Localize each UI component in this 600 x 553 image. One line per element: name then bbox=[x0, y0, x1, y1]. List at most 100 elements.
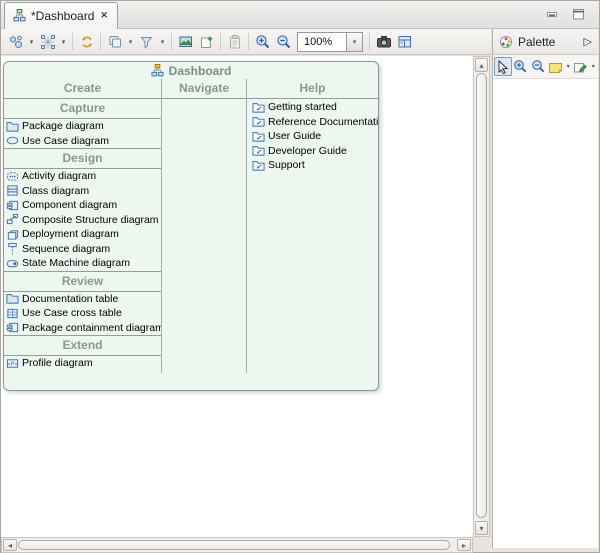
item-use-case-cross-table[interactable]: Use Case cross table bbox=[4, 306, 161, 321]
horizontal-scrollbar-thumb[interactable] bbox=[18, 540, 450, 550]
item-deployment-diagram[interactable]: Deployment diagram bbox=[4, 227, 161, 242]
item-label: Use Case diagram bbox=[22, 135, 109, 147]
zoom-level-dropdown[interactable]: ▾ bbox=[346, 32, 363, 52]
item-profile-diagram[interactable]: «P» Profile diagram bbox=[4, 356, 161, 371]
help-item-support[interactable]: Support bbox=[247, 158, 378, 173]
item-activity-diagram[interactable]: Activity diagram bbox=[4, 169, 161, 184]
item-state-machine-diagram[interactable]: State Machine diagram bbox=[4, 256, 161, 271]
dashboard-title: Dashboard bbox=[169, 64, 232, 78]
add-element-dropdown[interactable]: ▾ bbox=[26, 31, 37, 53]
minimize-icon[interactable] bbox=[546, 9, 559, 20]
tab-dashboard[interactable]: *Dashboard ✕ bbox=[4, 2, 118, 29]
create-column: Create Capture Package diagram Use Case … bbox=[4, 79, 162, 373]
filters-dropdown[interactable]: ▾ bbox=[157, 31, 168, 53]
item-label: Getting started bbox=[268, 101, 337, 113]
scroll-right-arrow[interactable]: ▸ bbox=[457, 539, 471, 551]
shapes-button[interactable] bbox=[104, 31, 125, 53]
zoom-in-button[interactable] bbox=[252, 31, 273, 53]
help-column: Help Getting started bbox=[247, 79, 378, 373]
insert-image-icon bbox=[178, 34, 194, 50]
zoom-out-icon bbox=[531, 59, 546, 74]
zoom-in-icon bbox=[255, 34, 271, 50]
item-label: Deployment diagram bbox=[22, 228, 119, 240]
scroll-left-arrow[interactable]: ◂ bbox=[3, 539, 17, 551]
palette-zoom-out-tool[interactable] bbox=[529, 57, 547, 76]
sequence-diagram-icon bbox=[6, 242, 19, 255]
select-tool[interactable] bbox=[494, 57, 512, 76]
palette-title: Palette bbox=[518, 35, 555, 49]
add-element-icon bbox=[8, 34, 24, 50]
zoom-level-input[interactable] bbox=[297, 32, 346, 52]
item-use-case-diagram[interactable]: Use Case diagram bbox=[4, 134, 161, 149]
scroll-up-arrow[interactable]: ▴ bbox=[475, 58, 488, 72]
zoom-out-icon bbox=[276, 34, 292, 50]
shapes-dropdown[interactable]: ▾ bbox=[125, 31, 136, 53]
arrange-elements-icon bbox=[40, 34, 56, 50]
add-note-button[interactable] bbox=[196, 31, 217, 53]
zoom-out-button[interactable] bbox=[273, 31, 294, 53]
palette-zoom-in-tool[interactable] bbox=[512, 57, 530, 76]
toolbar-separator bbox=[171, 33, 172, 50]
item-label: User Guide bbox=[268, 130, 321, 142]
diagram-canvas[interactable]: Dashboard Create Capture Package diagram bbox=[1, 56, 473, 537]
tab-bar: *Dashboard ✕ bbox=[1, 1, 599, 29]
class-diagram-icon bbox=[6, 184, 19, 197]
help-item-developer-guide[interactable]: Developer Guide bbox=[247, 144, 378, 159]
help-link-icon bbox=[252, 115, 265, 128]
help-link-icon bbox=[252, 130, 265, 143]
help-link-icon bbox=[252, 144, 265, 157]
help-item-reference-documentation[interactable]: Reference Documentation bbox=[247, 115, 378, 130]
item-label: Support bbox=[268, 159, 305, 171]
sticky-note-tool[interactable] bbox=[547, 57, 565, 76]
vertical-scrollbar[interactable]: ▴ ▾ bbox=[473, 56, 490, 537]
vertical-scrollbar-thumb[interactable] bbox=[476, 73, 487, 518]
item-sequence-diagram[interactable]: Sequence diagram bbox=[4, 242, 161, 257]
help-item-getting-started[interactable]: Getting started bbox=[247, 100, 378, 115]
item-class-diagram[interactable]: Class diagram bbox=[4, 184, 161, 199]
toolbar-separator bbox=[248, 33, 249, 50]
navigate-column-header: Navigate bbox=[162, 79, 246, 99]
diagram-toolbar: ▾ ▾ ▾ bbox=[1, 29, 491, 55]
help-item-user-guide[interactable]: User Guide bbox=[247, 129, 378, 144]
item-label: Component diagram bbox=[22, 199, 117, 211]
window-controls bbox=[546, 8, 585, 20]
link-note-dropdown[interactable]: ▾ bbox=[590, 63, 597, 70]
toolbar-separator bbox=[100, 33, 101, 50]
svg-text:«P»: «P» bbox=[7, 361, 17, 367]
item-label: Use Case cross table bbox=[22, 307, 122, 319]
maximize-icon[interactable] bbox=[572, 8, 585, 20]
deployment-diagram-icon bbox=[6, 228, 19, 241]
add-element-button[interactable] bbox=[5, 31, 26, 53]
filters-button[interactable] bbox=[136, 31, 157, 53]
use-case-cross-table-icon bbox=[6, 307, 19, 320]
toolbar-separator bbox=[369, 33, 370, 50]
paste-button[interactable] bbox=[224, 31, 245, 53]
help-link-icon bbox=[252, 159, 265, 172]
scroll-down-arrow[interactable]: ▾ bbox=[475, 521, 488, 535]
palette-header[interactable]: Palette ▷ bbox=[493, 29, 598, 55]
shapes-icon bbox=[107, 34, 123, 50]
close-icon[interactable]: ✕ bbox=[99, 10, 109, 21]
sync-button[interactable] bbox=[76, 31, 97, 53]
screenshot-icon bbox=[376, 34, 392, 50]
screenshot-button[interactable] bbox=[373, 31, 394, 53]
insert-image-button[interactable] bbox=[175, 31, 196, 53]
item-label: Package diagram bbox=[22, 120, 104, 132]
arrange-dropdown[interactable]: ▾ bbox=[58, 31, 69, 53]
item-package-containment-diagram[interactable]: Package containment diagram bbox=[4, 321, 161, 336]
item-composite-structure-diagram[interactable]: Composite Structure diagram bbox=[4, 213, 161, 228]
state-machine-diagram-icon bbox=[6, 257, 19, 270]
dashboard-widget: Dashboard Create Capture Package diagram bbox=[3, 61, 379, 391]
link-note-tool[interactable] bbox=[572, 57, 590, 76]
overview-button[interactable] bbox=[394, 31, 415, 53]
item-component-diagram[interactable]: Component diagram bbox=[4, 198, 161, 213]
expand-right-arrow-icon[interactable]: ▷ bbox=[584, 35, 592, 48]
item-label: State Machine diagram bbox=[22, 257, 130, 269]
horizontal-scrollbar[interactable]: ◂ ▸ bbox=[1, 537, 473, 553]
item-package-diagram[interactable]: Package diagram bbox=[4, 119, 161, 134]
activity-diagram-icon bbox=[6, 170, 19, 183]
arrange-button[interactable] bbox=[37, 31, 58, 53]
sticky-note-dropdown[interactable]: ▾ bbox=[565, 63, 572, 70]
palette-panel: Palette ▷ bbox=[492, 29, 598, 548]
item-documentation-table[interactable]: Documentation table bbox=[4, 292, 161, 307]
